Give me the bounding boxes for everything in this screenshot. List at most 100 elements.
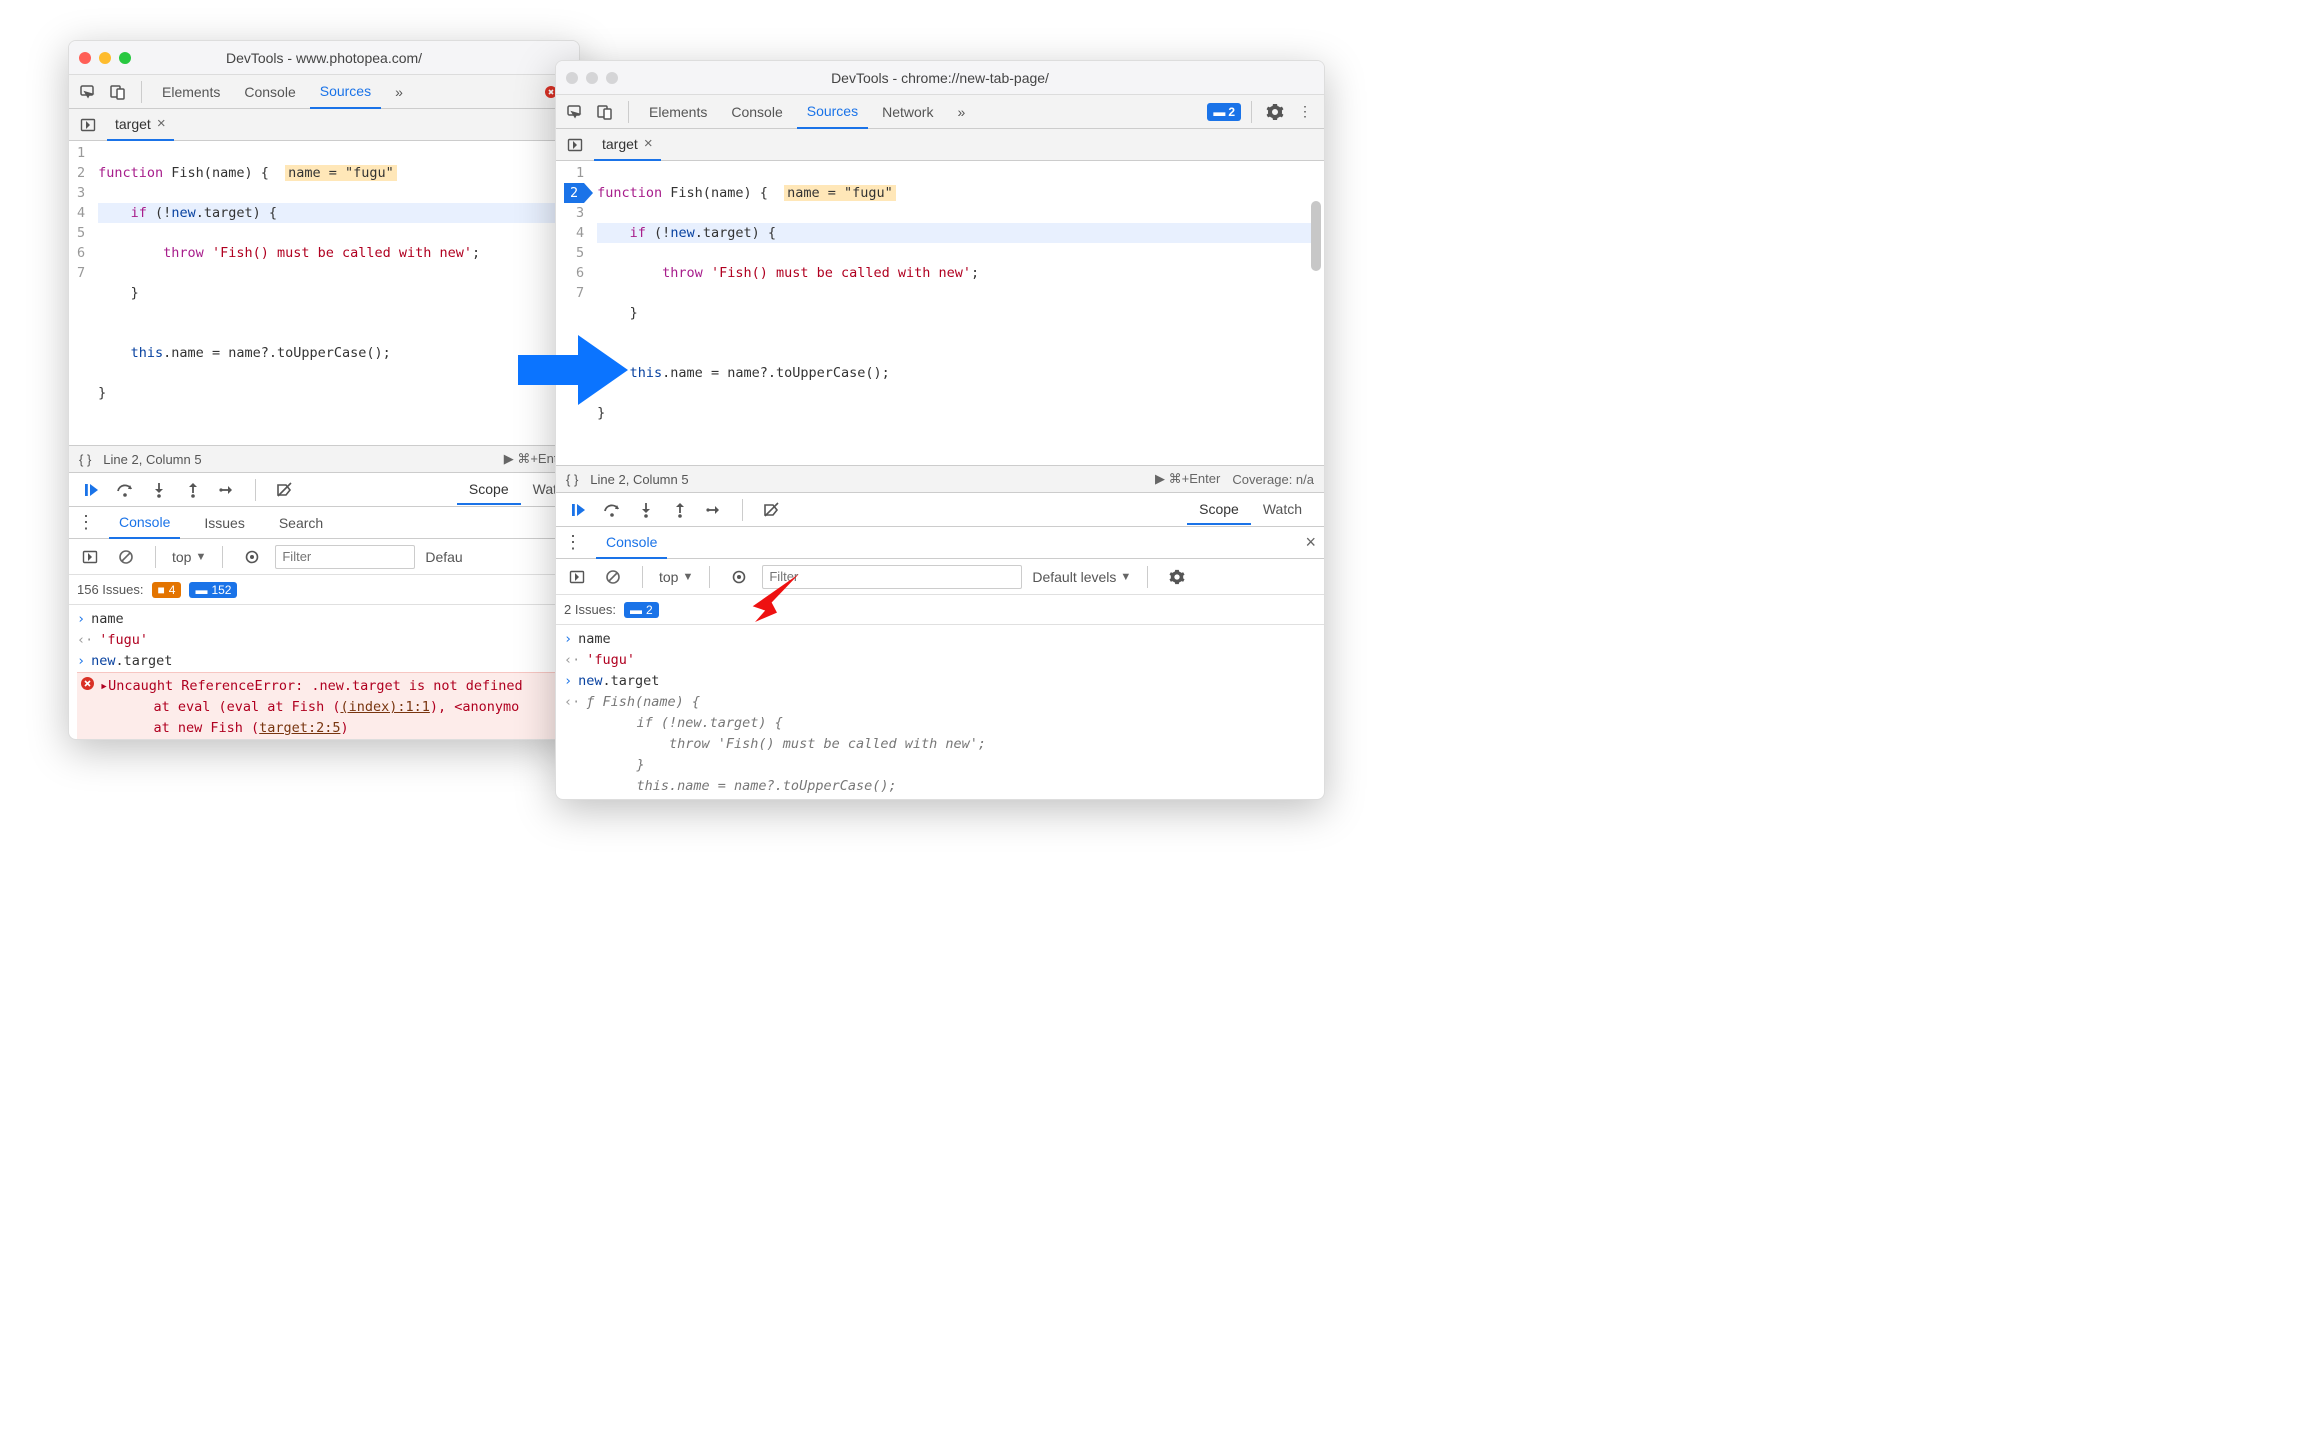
coverage-label: Coverage: n/a bbox=[1232, 472, 1314, 487]
device-toggle-icon[interactable] bbox=[105, 79, 131, 105]
gutter: 1 2 3 4 5 6 7 bbox=[69, 141, 94, 445]
console-sidebar-toggle-icon[interactable] bbox=[564, 564, 590, 590]
more-icon[interactable]: ⋮ bbox=[1292, 99, 1318, 125]
drawer-tab-console[interactable]: Console bbox=[109, 507, 180, 539]
close-traffic-icon[interactable] bbox=[79, 52, 91, 64]
step-out-icon[interactable] bbox=[668, 498, 692, 522]
minimize-traffic-icon[interactable] bbox=[586, 72, 598, 84]
warning-pill: ■ 4 bbox=[152, 582, 182, 598]
drawer-tab-issues[interactable]: Issues bbox=[194, 507, 254, 539]
inspect-icon[interactable] bbox=[75, 79, 101, 105]
window-title: DevTools - www.photopea.com/ bbox=[69, 50, 579, 66]
gear-icon[interactable] bbox=[1164, 564, 1190, 590]
code-editor[interactable]: 1 2 3 4 5 6 7 function Fish(name) { name… bbox=[556, 161, 1324, 465]
tab-console[interactable]: Console bbox=[721, 95, 792, 129]
zoom-traffic-icon[interactable] bbox=[606, 72, 618, 84]
drawer-tab-search[interactable]: Search bbox=[269, 507, 333, 539]
stack-link[interactable]: (index):1:1 bbox=[340, 699, 429, 715]
levels-selector[interactable]: Defau bbox=[425, 549, 462, 565]
step-icon[interactable] bbox=[702, 498, 726, 522]
file-tab[interactable]: target × bbox=[107, 109, 174, 141]
pretty-print-icon[interactable]: { } bbox=[79, 452, 91, 467]
issues-label: 156 Issues: bbox=[77, 582, 144, 597]
tab-sources[interactable]: Sources bbox=[310, 75, 381, 109]
stack-link[interactable]: target:2:5 bbox=[259, 720, 340, 736]
code-body[interactable]: function Fish(name) { name = "fugu" if (… bbox=[593, 161, 1324, 465]
debugger-toolbar: Scope Watch bbox=[556, 493, 1324, 527]
gear-icon[interactable] bbox=[1262, 99, 1288, 125]
console-output[interactable]: ›name ‹·'fugu' ›new.target ‹·ƒ Fish(name… bbox=[556, 625, 1324, 800]
step-into-icon[interactable] bbox=[634, 498, 658, 522]
console-filterbar: top ▼ Defau bbox=[69, 539, 579, 575]
file-tab[interactable]: target × bbox=[594, 129, 661, 161]
tab-network[interactable]: Network bbox=[872, 95, 943, 129]
cursor-position: Line 2, Column 5 bbox=[103, 452, 201, 467]
close-icon[interactable]: × bbox=[157, 115, 166, 132]
close-icon[interactable]: × bbox=[644, 135, 653, 152]
more-icon[interactable]: ⋮ bbox=[77, 512, 95, 533]
step-over-icon[interactable] bbox=[600, 498, 624, 522]
live-expression-icon[interactable] bbox=[239, 544, 265, 570]
more-icon[interactable]: ⋮ bbox=[564, 532, 582, 553]
context-selector[interactable]: top ▼ bbox=[172, 549, 206, 565]
console-output[interactable]: ›name ‹·'fugu' ›new.target ▸Uncaught Ref… bbox=[69, 605, 579, 740]
code-editor[interactable]: 1 2 3 4 5 6 7 function Fish(name) { name… bbox=[69, 141, 579, 445]
devtools-window-before: DevTools - www.photopea.com/ Elements Co… bbox=[68, 40, 580, 740]
clear-console-icon[interactable] bbox=[113, 544, 139, 570]
main-toolbar: Elements Console Sources » 1 bbox=[69, 75, 579, 109]
levels-selector[interactable]: Default levels ▼ bbox=[1032, 569, 1131, 585]
execution-pointer-icon: 2 bbox=[564, 183, 584, 203]
editor-statusbar: { } Line 2, Column 5 ▶ ⌘+Enter Coverage:… bbox=[556, 465, 1324, 493]
code-body[interactable]: function Fish(name) { name = "fugu" if (… bbox=[94, 141, 579, 445]
watch-tab[interactable]: Watch bbox=[1251, 495, 1314, 525]
console-error[interactable]: ▸Uncaught ReferenceError: .new.target is… bbox=[77, 672, 571, 740]
info-pill: ▬ 2 bbox=[624, 602, 659, 618]
tabs-overflow-icon[interactable]: » bbox=[947, 95, 975, 129]
debugger-toolbar: Scope Wat bbox=[69, 473, 579, 507]
zoom-traffic-icon[interactable] bbox=[119, 52, 131, 64]
step-icon[interactable] bbox=[215, 478, 239, 502]
titlebar: DevTools - chrome://new-tab-page/ bbox=[556, 61, 1324, 95]
annotation-arrow-icon bbox=[740, 560, 810, 630]
titlebar: DevTools - www.photopea.com/ bbox=[69, 41, 579, 75]
info-pill: ▬ 152 bbox=[189, 582, 237, 598]
close-traffic-icon[interactable] bbox=[566, 72, 578, 84]
clear-console-icon[interactable] bbox=[600, 564, 626, 590]
tabs-overflow-icon[interactable]: » bbox=[385, 75, 413, 109]
deactivate-breakpoints-icon[interactable] bbox=[759, 498, 783, 522]
issues-summary[interactable]: 156 Issues: ■ 4 ▬ 152 bbox=[69, 575, 579, 605]
pretty-print-icon[interactable]: { } bbox=[566, 472, 578, 487]
console-sidebar-toggle-icon[interactable] bbox=[77, 544, 103, 570]
inspect-icon[interactable] bbox=[562, 99, 588, 125]
device-toggle-icon[interactable] bbox=[592, 99, 618, 125]
drawer-tab-console[interactable]: Console bbox=[596, 527, 667, 559]
transition-arrow-icon bbox=[513, 330, 633, 410]
run-hint: ▶ ⌘+Enter bbox=[1155, 471, 1220, 487]
navigator-toggle-icon[interactable] bbox=[75, 112, 101, 138]
tab-sources[interactable]: Sources bbox=[797, 95, 868, 129]
cursor-position: Line 2, Column 5 bbox=[590, 472, 688, 487]
step-into-icon[interactable] bbox=[147, 478, 171, 502]
minimize-traffic-icon[interactable] bbox=[99, 52, 111, 64]
navigator-toggle-icon[interactable] bbox=[562, 132, 588, 158]
drawer-tabs: ⋮ Console Issues Search bbox=[69, 507, 579, 539]
filter-input[interactable] bbox=[275, 545, 415, 569]
gutter: 1 2 3 4 5 6 7 bbox=[556, 161, 593, 465]
console-filterbar: top ▼ Default levels ▼ bbox=[556, 559, 1324, 595]
tab-elements[interactable]: Elements bbox=[639, 95, 717, 129]
issues-summary[interactable]: 2 Issues: ▬ 2 bbox=[556, 595, 1324, 625]
scope-tab[interactable]: Scope bbox=[457, 475, 521, 505]
tab-console[interactable]: Console bbox=[234, 75, 305, 109]
resume-icon[interactable] bbox=[79, 478, 103, 502]
tab-elements[interactable]: Elements bbox=[152, 75, 230, 109]
editor-statusbar: { } Line 2, Column 5 ▶ ⌘+Enter bbox=[69, 445, 579, 473]
context-selector[interactable]: top ▼ bbox=[659, 569, 693, 585]
drawer-tabs: ⋮ Console × bbox=[556, 527, 1324, 559]
scope-tab[interactable]: Scope bbox=[1187, 495, 1251, 525]
deactivate-breakpoints-icon[interactable] bbox=[272, 478, 296, 502]
step-over-icon[interactable] bbox=[113, 478, 137, 502]
resume-icon[interactable] bbox=[566, 498, 590, 522]
scrollbar[interactable] bbox=[1310, 201, 1322, 779]
message-badge[interactable]: ▬ 2 bbox=[1207, 103, 1241, 121]
step-out-icon[interactable] bbox=[181, 478, 205, 502]
